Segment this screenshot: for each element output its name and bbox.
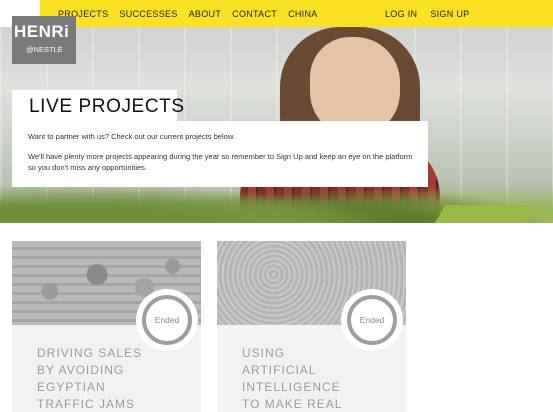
intro-text-1: Want to partner with us? Check out our c… [28,132,235,141]
nav-successes-link[interactable]: SUCCESSES [119,9,177,19]
page-title: LIVE PROJECTS [29,96,185,117]
intro-text-2: We'll have plenty more projects appearin… [28,152,413,172]
log-in-link[interactable]: LOG IN [385,9,417,19]
status-label: Ended [154,315,180,325]
account-nav: LOG IN SIGN UP [385,0,469,27]
project-card[interactable]: Ended USING ARTIFICIAL INTELLIGENCE TO M… [217,241,406,412]
status-badge: Ended [347,295,397,345]
project-title[interactable]: DRIVING SALES BY AVOIDING EGYPTIAN TRAFF… [37,345,157,412]
nav-contact-link[interactable]: CONTACT [232,9,277,19]
nav-china-link[interactable]: CHINA [288,9,318,19]
project-title[interactable]: USING ARTIFICIAL INTELLIGENCE TO MAKE RE… [242,345,362,412]
henri-logo[interactable]: HENRi @NESTLÉ [12,16,76,64]
page-title-box: LIVE PROJECTS [12,90,184,124]
logo-brand: HENRi [14,22,70,41]
top-navigation-bar: PROJECTS SUCCESSES ABOUT CONTACT CHINA L… [0,0,553,27]
hero-tablet [434,205,536,223]
project-card[interactable]: Ended DRIVING SALES BY AVOIDING EGYPTIAN… [12,241,201,412]
primary-nav: PROJECTS SUCCESSES ABOUT CONTACT CHINA [58,0,318,27]
nav-about-link[interactable]: ABOUT [189,9,222,19]
logo-subtitle: @NESTLÉ [26,45,63,54]
intro-box: Want to partner with us? Check out our c… [12,121,428,187]
status-label: Ended [359,315,385,325]
sign-up-link[interactable]: SIGN UP [430,9,469,19]
status-badge: Ended [142,295,192,345]
